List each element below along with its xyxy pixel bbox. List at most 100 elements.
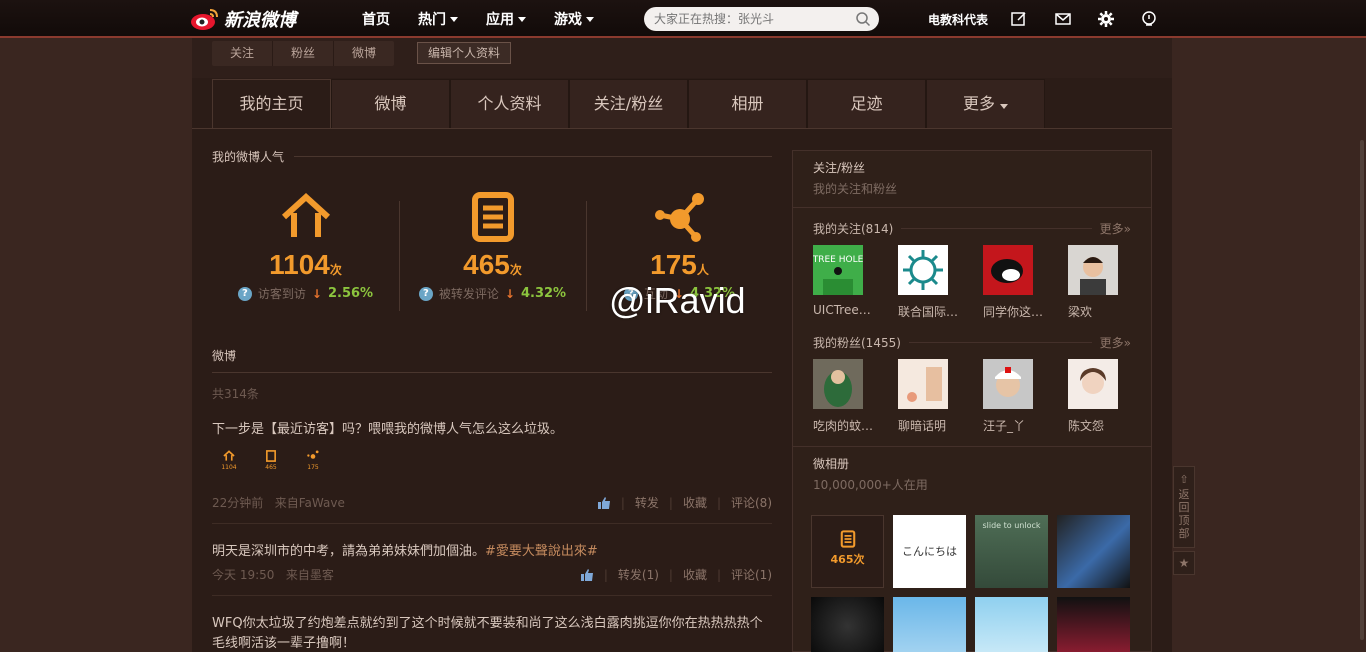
- post-footer: 今天 19:50 来自墨客 | 转发(1) | 收藏 | 评论(1): [212, 566, 772, 583]
- edit-profile-button[interactable]: 编辑个人资料: [417, 42, 512, 64]
- tab-my-home[interactable]: 我的主页: [212, 79, 331, 129]
- album-tile[interactable]: slide to unlock: [975, 515, 1048, 588]
- weibo-pill[interactable]: 微博: [334, 41, 394, 66]
- fan-name: 吃肉的蚊…: [813, 419, 874, 433]
- nav-apps-label: 应用: [486, 12, 514, 28]
- nav-hot[interactable]: 热门: [418, 9, 458, 29]
- fan-item[interactable]: 陈文怨: [1068, 359, 1118, 434]
- following-name: 同学你这…: [983, 305, 1044, 319]
- stat-unit: 人: [696, 263, 709, 277]
- star-icon[interactable]: ★: [1173, 551, 1195, 575]
- search-input[interactable]: [654, 12, 844, 26]
- following-title[interactable]: 我的关注(814): [813, 220, 893, 237]
- document-icon: [471, 192, 514, 242]
- page-column: 关注 粉丝 微博 编辑个人资料 我的主页 微博 个人资料 关注/粉丝 相册 足迹…: [192, 38, 1172, 652]
- divider: [901, 228, 1092, 229]
- favorite-button[interactable]: 收藏: [683, 494, 707, 511]
- stat-reposts[interactable]: 465次 ? 被转发评论 ↓ 4.32%: [399, 177, 586, 317]
- comment-button[interactable]: 评论(8): [731, 494, 772, 511]
- compose-icon[interactable]: [1010, 10, 1028, 28]
- tab-album[interactable]: 相册: [688, 79, 807, 129]
- post-time[interactable]: 22分钟前: [212, 496, 263, 510]
- weibo-eye-icon: [191, 9, 218, 30]
- nav-games-label: 游戏: [554, 12, 582, 28]
- following-item[interactable]: 同学你这…: [983, 245, 1043, 320]
- scrollbar[interactable]: [1360, 140, 1364, 640]
- nav-home[interactable]: 首页: [362, 9, 390, 29]
- thumbs-up-icon[interactable]: [580, 568, 594, 582]
- following-more-link[interactable]: 更多»: [1100, 220, 1131, 237]
- fans-pill[interactable]: 粉丝: [273, 41, 335, 66]
- album-tile[interactable]: [1057, 597, 1130, 652]
- album-tile[interactable]: [811, 597, 884, 652]
- gear-icon[interactable]: [1097, 10, 1115, 28]
- fans-more-link[interactable]: 更多»: [1100, 334, 1131, 351]
- repost-button[interactable]: 转发: [635, 494, 659, 511]
- tab-footprint[interactable]: 足迹: [807, 79, 926, 129]
- avatar: [898, 245, 948, 295]
- following-item[interactable]: TREE HOLE UICTree…: [812, 245, 871, 320]
- avatar: [983, 245, 1033, 295]
- following-item[interactable]: 梁欢: [1068, 245, 1118, 320]
- mail-icon[interactable]: [1054, 10, 1072, 28]
- post-image[interactable]: 1104 465 175: [212, 450, 332, 482]
- tab-profile[interactable]: 个人资料: [450, 79, 569, 129]
- album-subtitle: 10,000,000+人在用: [813, 478, 928, 492]
- album-tile[interactable]: こんにちは: [893, 515, 966, 588]
- divider: [212, 372, 772, 373]
- sidebar-title: 关注/粉丝: [813, 161, 866, 175]
- album-tile[interactable]: 465次: [811, 515, 884, 588]
- avatar: TREE HOLE: [812, 245, 864, 295]
- nav-apps[interactable]: 应用: [486, 9, 526, 29]
- following-block: 我的关注(814) 更多» TREE HOLE UICTree… 联合国际… 同…: [793, 220, 1151, 434]
- mini-stat: 465: [254, 450, 288, 482]
- stat-number: 465: [463, 249, 510, 280]
- home-icon: [223, 450, 235, 461]
- popularity-title: 我的微博人气: [212, 150, 285, 164]
- following-list: TREE HOLE UICTree… 联合国际… 同学你这… 梁欢: [812, 245, 1131, 320]
- post-meta: 22分钟前 来自FaWave: [212, 494, 345, 511]
- search-icon[interactable]: [855, 11, 871, 27]
- help-icon[interactable]: ?: [418, 286, 433, 301]
- thumbs-up-icon[interactable]: [597, 496, 611, 510]
- back-to-top-button[interactable]: ⇧ 返回顶部: [1173, 466, 1195, 548]
- weibo-logo[interactable]: 新浪微博: [190, 4, 296, 34]
- favorite-button[interactable]: 收藏: [683, 566, 707, 583]
- logo-text: 新浪微博: [224, 10, 296, 31]
- mini-stat-value: 175: [307, 464, 319, 471]
- document-icon: [266, 450, 276, 462]
- tab-divider: [192, 128, 1172, 129]
- following-item[interactable]: 联合国际…: [898, 245, 958, 320]
- album-tile[interactable]: [1057, 515, 1130, 588]
- album-tile[interactable]: [975, 597, 1048, 652]
- fan-item[interactable]: 吃肉的蚊…: [813, 359, 873, 434]
- hashtag-link[interactable]: #愛要大聲說出來#: [485, 544, 598, 559]
- fan-name: 聊暗话明: [898, 419, 947, 433]
- weibo-small-icon[interactable]: [1140, 10, 1158, 28]
- stat-label: 访客到访: [257, 287, 306, 301]
- fans-title[interactable]: 我的粉丝(1455): [813, 334, 901, 351]
- post-source[interactable]: 来自墨客: [286, 568, 334, 582]
- comment-button[interactable]: 评论(1): [731, 566, 772, 583]
- repost-button[interactable]: 转发(1): [618, 566, 659, 583]
- fan-item[interactable]: 聊暗话明: [898, 359, 948, 434]
- nav-games[interactable]: 游戏: [554, 9, 594, 29]
- fan-item[interactable]: 汪子_丫: [983, 359, 1033, 434]
- user-name-link[interactable]: 电教科代表: [928, 11, 988, 28]
- tab-follow-fans[interactable]: 关注/粉丝: [569, 79, 688, 129]
- tab-weibo[interactable]: 微博: [331, 79, 450, 129]
- help-icon[interactable]: ?: [237, 286, 252, 301]
- following-pill[interactable]: 关注: [212, 41, 274, 66]
- divider: |: [603, 567, 608, 582]
- tab-more[interactable]: 更多: [926, 79, 1045, 129]
- album-title[interactable]: 微相册: [813, 455, 1131, 472]
- main-nav: 首页 热门 应用 游戏: [362, 0, 594, 38]
- album-tile-text: 465次: [830, 553, 865, 566]
- avatar: [1068, 359, 1118, 409]
- album-tile[interactable]: [893, 597, 966, 652]
- stat-label: 被转发评论: [438, 287, 499, 301]
- stat-visitors[interactable]: 1104次 ? 访客到访 ↓ 2.56%: [212, 177, 399, 317]
- post-time[interactable]: 今天 19:50: [212, 568, 274, 582]
- post-source[interactable]: 来自FaWave: [275, 496, 345, 510]
- avatar: [983, 359, 1033, 409]
